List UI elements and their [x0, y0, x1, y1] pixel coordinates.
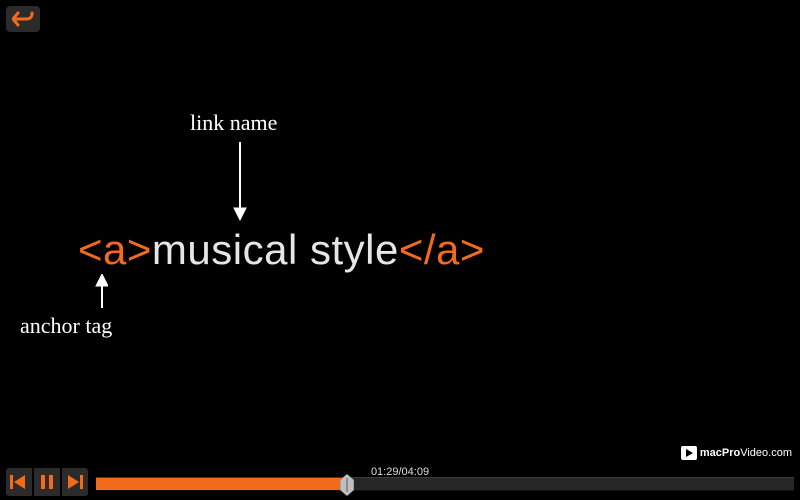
- arrow-diag-icon: [78, 274, 108, 314]
- brand-thin: Video.com: [740, 447, 792, 459]
- annotation-link-name: link name: [190, 110, 277, 136]
- open-tag: <a>: [78, 226, 152, 273]
- slide-content: link name <a>musical style</a> anchor ta…: [0, 0, 800, 500]
- brand-logo: macProVideo.com: [681, 446, 792, 460]
- arrow-down-icon: [230, 142, 250, 222]
- brand-badge-icon: [681, 446, 697, 460]
- code-example: <a>musical style</a>: [78, 226, 485, 274]
- player-bar: 01:29/04:09: [0, 462, 800, 500]
- brand-bold: macPro: [700, 447, 740, 459]
- prev-button[interactable]: [6, 468, 32, 496]
- transport-controls: [6, 468, 88, 496]
- knob-icon: [340, 474, 354, 496]
- progress-elapsed: [96, 478, 347, 490]
- skip-forward-icon: [66, 474, 84, 490]
- link-text: musical style: [152, 226, 399, 273]
- annotation-anchor-tag: anchor tag: [20, 313, 112, 339]
- next-button[interactable]: [62, 468, 88, 496]
- progress-knob[interactable]: [340, 474, 354, 496]
- pause-icon: [39, 474, 55, 490]
- close-tag: </a>: [399, 226, 485, 273]
- progress-track[interactable]: [96, 477, 794, 491]
- play-pause-button[interactable]: [34, 468, 60, 496]
- skip-back-icon: [10, 474, 28, 490]
